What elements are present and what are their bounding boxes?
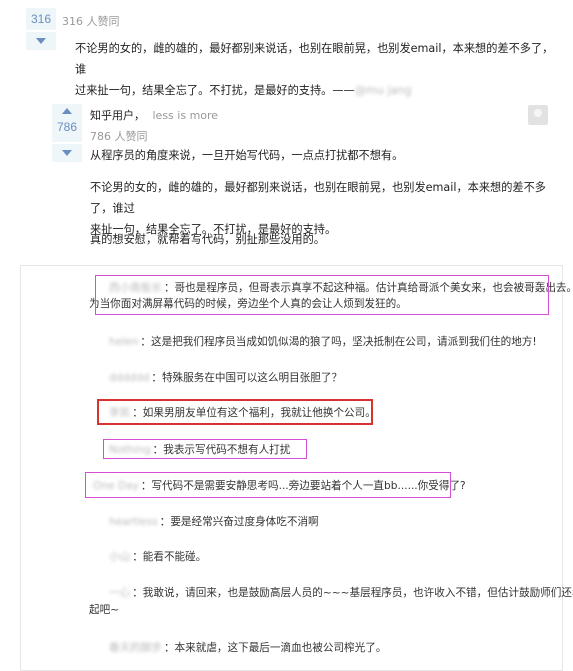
- comment-text: ：我敢说，请回来，也是鼓励高层人员的~~~基层程序员，也许收入不错，但估计鼓励师…: [132, 587, 573, 599]
- comment-author: helen: [109, 336, 139, 348]
- top-agree-text: 316 人赞同: [62, 15, 120, 28]
- comment-text: ：能看不能碰。: [132, 551, 207, 563]
- comment-item-cont: 为当你面对满屏幕代码的时候，旁边坐个人真的会让人烦到发狂的。: [89, 294, 407, 314]
- comment-text: 为当你面对满屏幕代码的时候，旁边坐个人真的会让人烦到发狂的。: [89, 298, 407, 310]
- comment-author: heartless: [109, 516, 158, 528]
- avatar-icon[interactable]: [528, 105, 548, 125]
- comment-author: 春天的脚步: [109, 642, 162, 654]
- comment-text: ：特殊服务在中国可以这么明目张胆了？: [151, 372, 343, 384]
- comment-text: ：哥也是程序员，但哥表示真享不起这种福。估计真给哥派个美女来，也会被哥轰出去。因: [163, 282, 573, 294]
- answer-para-1: 从程序员的角度来说，一旦开始写代码，一点点打扰都不想有。: [90, 149, 404, 162]
- top-answer-body: 不论男的女的，雌的雄的，最好都别来说话，也别在眼前晃，也别发email，本来想的…: [75, 38, 555, 101]
- downvote-button[interactable]: [52, 144, 82, 162]
- answer-para-3: 真的想安慰，就帮着写代码，别扯那些没用的。: [90, 233, 325, 246]
- answer-vote-count: 786: [52, 118, 82, 142]
- comment-text: ：要是经常兴奋过度身体吃不消啊: [159, 516, 319, 528]
- comment-item: 一心 ：我敢说，请回来，也是鼓励高层人员的~~~基层程序员，也许收入不错，但估计鼓…: [109, 583, 573, 603]
- top-vote-count: 316: [26, 8, 56, 30]
- comment-author: dddddd: [109, 372, 150, 384]
- comment-author: 小山: [109, 551, 131, 563]
- comment-item: dddddd ：特殊服务在中国可以这么明目张胆了？: [109, 368, 342, 388]
- top-downvote-button[interactable]: [26, 32, 56, 50]
- comment-text: ：本来就虐，这下最后一滴血也被公司榨光了。: [163, 642, 387, 654]
- comments-panel: 西小南板长 ：哥也是程序员，但哥表示真享不起这种福。估计真给哥派个美女来，也会被哥…: [20, 265, 573, 671]
- answer-agree-text: 786 人赞同: [90, 130, 148, 143]
- comment-item: 李凯 ：如果男朋友单位有这个福利，我就让他换个公司。: [109, 403, 376, 423]
- top-answer-line2: 过来扯一句，结果全忘了。不打扰，是最好的支持。——@mu jang: [75, 80, 555, 101]
- comment-item: 小山 ：能看不能碰。: [109, 547, 206, 567]
- author-name[interactable]: 知乎用户，: [90, 109, 145, 122]
- comment-author: One Day: [93, 480, 139, 492]
- top-answer-line1: 不论男的女的，雌的雄的，最好都别来说话，也别在眼前晃，也别发email，本来想的…: [75, 42, 554, 76]
- comment-item: One Day ：写代码不是需要安静思考吗...旁边要站着个人一直bb......…: [93, 476, 466, 496]
- answer-author: 知乎用户， less is more: [90, 107, 218, 123]
- upvote-button[interactable]: 786: [52, 104, 82, 142]
- top-vote-box: 316: [26, 8, 56, 30]
- comment-text: ：写代码不是需要安静思考吗...旁边要站着个人一直bb......你受得了?: [140, 480, 466, 492]
- downvote-arrow-icon: [62, 150, 72, 156]
- comment-text: 起吧~: [89, 604, 120, 616]
- comment-text: ：如果男朋友单位有这个福利，我就让他换个公司。: [132, 407, 376, 419]
- comment-author: 李凯: [109, 407, 131, 419]
- comment-text: ：这是把我们程序员当成如饥似渴的狼了吗，坚决抵制在公司，请派到我们住的地方!: [140, 336, 537, 348]
- comment-text: ：我表示写代码不想有人打扰: [152, 444, 291, 456]
- comment-author: Nothing: [109, 444, 151, 456]
- comment-item: Nothing ：我表示写代码不想有人打扰: [109, 440, 290, 460]
- comment-item: 春天的脚步 ：本来就虐，这下最后一滴血也被公司榨光了。: [109, 638, 386, 658]
- comment-item: heartless ：要是经常兴奋过度身体吃不消啊: [109, 512, 319, 532]
- downvote-arrow-icon: [36, 38, 46, 44]
- author-bio: less is more: [152, 109, 219, 122]
- upvote-arrow-icon: [62, 108, 72, 114]
- comment-item-cont: 起吧~: [89, 600, 119, 620]
- comment-item: helen ：这是把我们程序员当成如饥似渴的狼了吗，坚决抵制在公司，请派到我们住的…: [109, 332, 537, 352]
- top-answer-attribution: @mu jang: [354, 84, 412, 97]
